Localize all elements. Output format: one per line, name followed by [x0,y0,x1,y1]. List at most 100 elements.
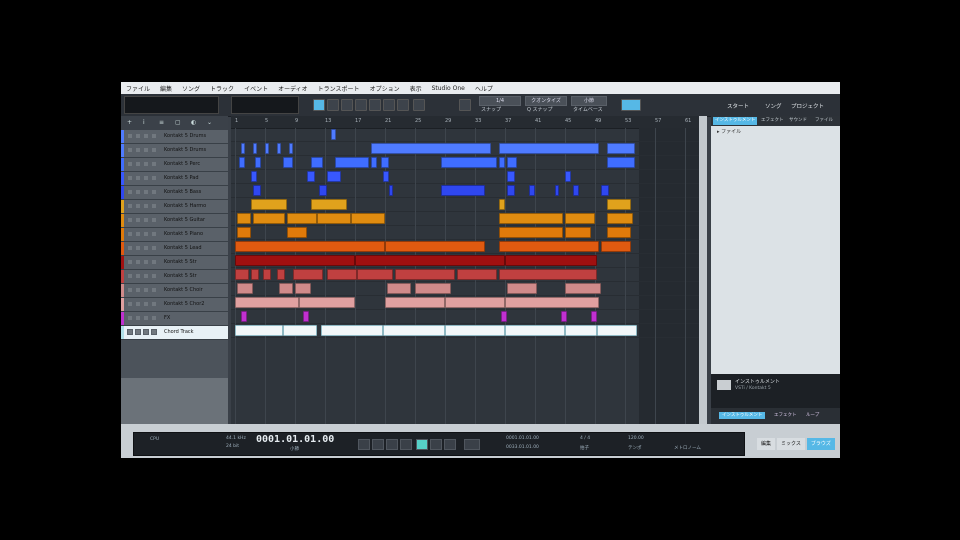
event-clip[interactable] [235,297,299,308]
track-header[interactable]: Kontakt 5 Pad [121,172,228,186]
event-clip[interactable] [283,325,317,336]
event-clip[interactable] [601,185,609,196]
event-clip[interactable] [277,269,285,280]
loop-icon[interactable] [464,439,480,450]
forward-icon[interactable] [386,439,398,450]
tempo-value[interactable]: 120.00 [628,436,644,441]
track-name[interactable]: Kontakt 5 Bass [164,189,201,195]
event-clip[interactable] [441,157,497,168]
event-clip[interactable] [499,199,505,210]
timebase-select[interactable]: 小節 [571,96,607,106]
grid-select[interactable]: 1/4 [479,96,521,106]
tab-instruments[interactable]: インストゥルメント [713,117,758,125]
time-display[interactable]: 0001.01.01.00 [256,434,334,445]
track-name[interactable]: Kontakt 5 Choir [164,287,203,293]
track-header[interactable]: Kontakt 5 Harmo [121,200,228,214]
event-clip[interactable] [501,311,507,322]
event-clip[interactable] [371,143,491,154]
track-buttons[interactable] [127,189,159,195]
loop-start[interactable]: 0001.01.01.00 [506,436,539,441]
add-track-icon[interactable]: + [127,119,134,126]
track-name[interactable]: Kontakt 5 Drums [164,147,206,153]
event-clip[interactable] [597,325,637,336]
menu-item[interactable]: ファイル [121,84,155,93]
track-header[interactable]: Kontakt 5 Drums [121,144,228,158]
event-clip[interactable] [327,269,357,280]
event-clip[interactable] [457,269,497,280]
event-clip[interactable] [607,157,635,168]
event-clip[interactable] [555,185,559,196]
menu-item[interactable]: トランスポート [313,84,365,93]
event-clip[interactable] [351,213,385,224]
track-buttons[interactable] [127,231,159,237]
track-name[interactable]: FX [164,315,170,321]
track-lane[interactable] [231,170,699,184]
event-clip[interactable] [283,157,293,168]
event-clip[interactable] [601,241,631,252]
track-buttons[interactable] [127,315,159,321]
event-clip[interactable] [499,269,597,280]
track-name[interactable]: Kontakt 5 Pad [164,175,199,181]
event-clip[interactable] [321,325,383,336]
event-clip[interactable] [237,213,251,224]
range-tool-icon[interactable] [327,99,339,111]
event-clip[interactable] [255,157,261,168]
track-header[interactable]: Kontakt 5 Guitar [121,214,228,228]
track-buttons[interactable] [127,287,159,293]
arrow-tool-icon[interactable] [313,99,325,111]
event-clip[interactable] [607,143,635,154]
event-clip[interactable] [331,129,336,140]
event-clip[interactable] [287,227,307,238]
event-clip[interactable] [385,241,485,252]
menu-item[interactable]: イベント [239,84,273,93]
time-signature[interactable]: 4 / 4 [580,436,590,441]
event-clip[interactable] [383,171,389,182]
bend-tool-icon[interactable] [397,99,409,111]
snap-icon[interactable] [459,99,471,111]
track-header[interactable]: Kontakt 5 Piano [121,228,228,242]
track-lane[interactable] [231,310,699,324]
track-header[interactable]: Kontakt 5 Lead [121,242,228,256]
event-clip[interactable] [237,283,253,294]
event-clip[interactable] [241,143,245,154]
event-clip[interactable] [441,185,485,196]
event-clip[interactable] [591,311,597,322]
browser-btn-instruments[interactable]: インストゥルメント [719,412,766,419]
event-clip[interactable] [319,185,327,196]
event-clip[interactable] [499,227,563,238]
track-name[interactable]: Kontakt 5 Guitar [164,217,205,223]
event-clip[interactable] [237,227,251,238]
track-buttons[interactable] [127,301,159,307]
event-clip[interactable] [253,143,257,154]
event-clip[interactable] [565,213,595,224]
vertical-scrollbar[interactable] [699,116,707,424]
event-clip[interactable] [387,283,411,294]
track-header[interactable]: Chord Track [121,326,228,340]
event-clip[interactable] [607,199,631,210]
event-clip[interactable] [371,157,377,168]
event-clip[interactable] [507,171,515,182]
tab-start[interactable]: スタート [727,102,749,110]
event-clip[interactable] [505,255,597,266]
event-clip[interactable] [507,185,515,196]
event-clip[interactable] [303,311,309,322]
track-buttons[interactable] [127,259,159,265]
browser-folder-item[interactable]: ▸ ファイル [717,128,741,135]
browser-btn-loops[interactable]: ループ [803,412,822,419]
event-clip[interactable] [239,157,245,168]
track-buttons[interactable] [127,175,159,181]
track-header[interactable]: Kontakt 5 Choir [121,284,228,298]
track-header[interactable]: Kontakt 5 Str [121,256,228,270]
event-clip[interactable] [299,297,355,308]
rewind-start-icon[interactable] [358,439,370,450]
tab-files[interactable]: ファイル [813,117,835,125]
track-buttons[interactable] [127,245,159,251]
track-header[interactable]: Kontakt 5 Str [121,270,228,284]
track-buttons[interactable] [127,217,159,223]
event-clip[interactable] [251,171,257,182]
event-clip[interactable] [357,269,393,280]
event-clip[interactable] [293,269,323,280]
tab-browse[interactable]: ブラウズ [806,438,835,450]
event-clip[interactable] [499,213,563,224]
track-name[interactable]: Kontakt 5 Lead [164,245,202,251]
